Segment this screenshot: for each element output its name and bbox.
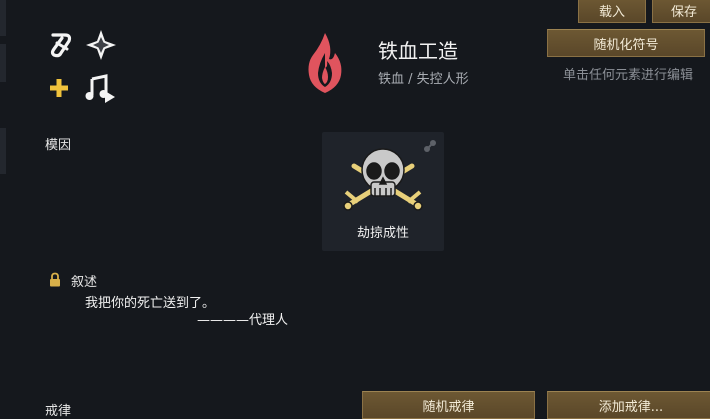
ideology-name[interactable]: 铁血工造: [378, 35, 458, 64]
scroll-icon[interactable]: [46, 30, 76, 60]
precepts-section-label: 戒律: [45, 404, 72, 419]
left-panel-edge: [0, 0, 6, 36]
load-button[interactable]: 载入: [578, 0, 646, 23]
add-precept-button[interactable]: 添加戒律...: [547, 391, 710, 419]
plus-icon[interactable]: [47, 76, 71, 100]
save-button[interactable]: 保存: [652, 0, 710, 23]
randomize-symbol-button[interactable]: 随机化符号: [547, 29, 705, 57]
music-note-icon[interactable]: [83, 72, 117, 106]
narrative-section-label: 叙述: [71, 275, 98, 290]
lock-icon: [48, 271, 62, 287]
memes-section-label: 模因: [45, 138, 72, 153]
sparkle-diamond-icon[interactable]: [85, 29, 117, 61]
skull-crossed-swords-icon: [342, 144, 424, 214]
left-panel-edge: [0, 44, 6, 82]
link-icon[interactable]: [422, 138, 438, 154]
fire-flame-icon[interactable]: [303, 31, 347, 95]
meme-card-raider[interactable]: 劫掠成性: [322, 132, 444, 251]
left-panel-edge: [0, 128, 6, 174]
meme-name: 劫掠成性: [356, 226, 409, 241]
ideology-subtitle: 铁血 / 失控人形: [378, 72, 469, 87]
narrative-attribution: ————代理人: [197, 313, 289, 328]
random-precepts-button[interactable]: 随机戒律: [362, 391, 535, 419]
narrative-quote[interactable]: 我把你的死亡送到了。: [85, 292, 215, 311]
edit-hint: 单击任何元素进行编辑: [563, 68, 694, 83]
